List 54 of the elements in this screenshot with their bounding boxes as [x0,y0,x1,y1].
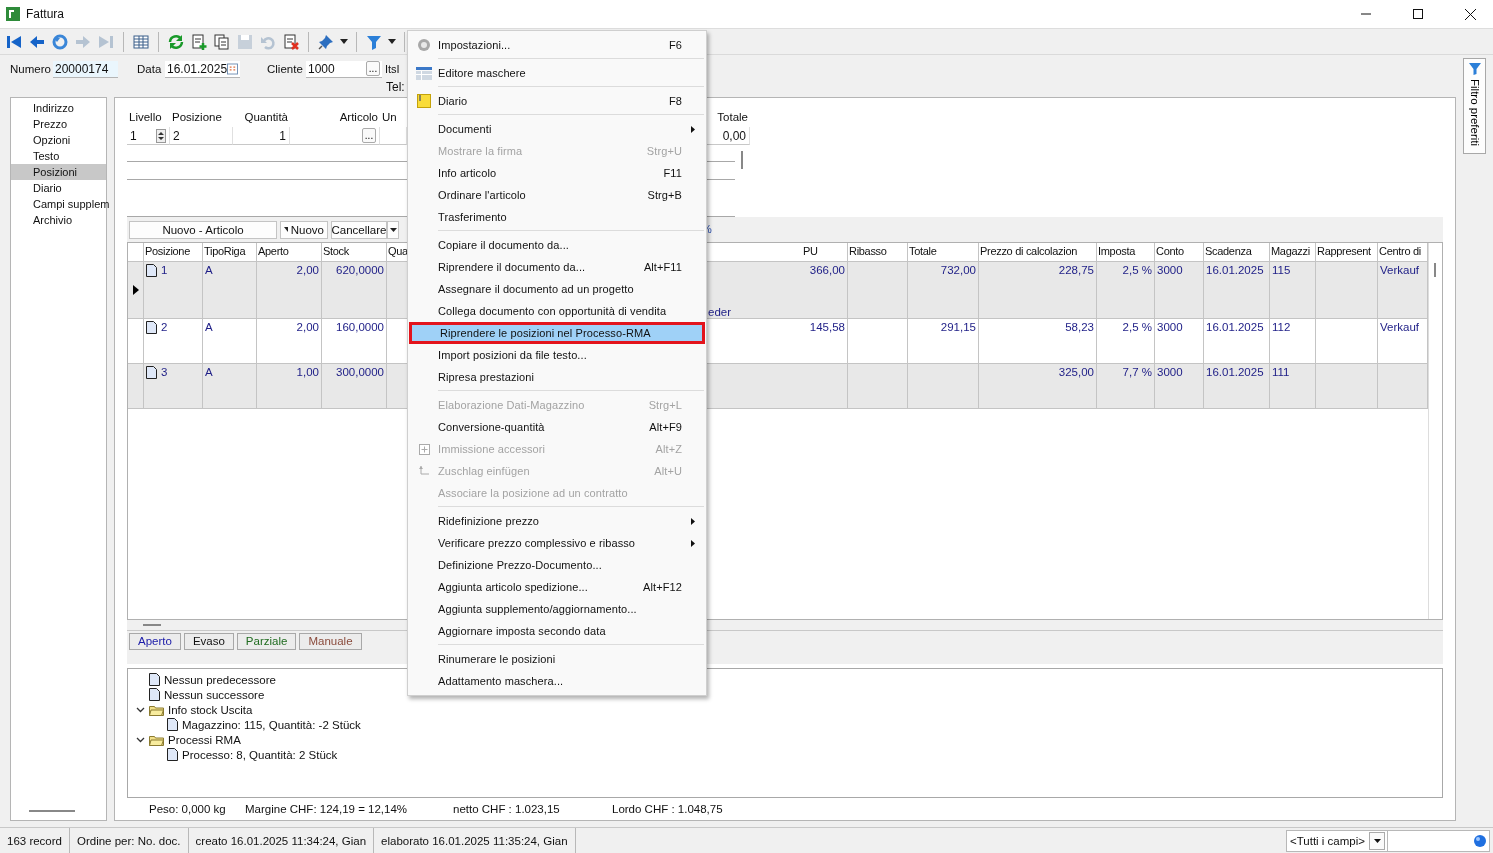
total-text: Margine CHF: 124,19 = 12,14% [245,803,409,815]
table-cell: 16.01.2025 [1206,264,1264,276]
total-text: Peso: 0,000 kg [149,803,227,815]
field-label: Data [137,63,163,75]
table-cell: 112 [1272,321,1291,333]
column-label: Totale [716,110,749,125]
table-cell: Verkauf [1380,264,1419,276]
table-cell: 7,7 % [1122,366,1152,378]
table-cell: A [205,366,213,378]
table-cell: A [205,264,213,276]
table-cell: 3000 [1157,264,1183,276]
table-cell: 1 [161,264,168,276]
table-cell: 2,00 [296,321,319,333]
status-text: Ordine per: No. doc. [70,827,189,853]
column-label: Posizione [171,110,223,125]
table-cell: 3000 [1157,321,1183,333]
table-cell: 1,00 [296,366,319,378]
status-text: elaborato 16.01.2025 11:35:24, Gian [374,827,576,853]
table-cell: 2,00 [296,264,319,276]
customer-name: ItsI [385,63,400,75]
table-cell: 291,15 [940,321,976,333]
table-cell: 3000 [1157,366,1183,378]
table-cell: 111 [1272,366,1290,378]
table-cell: 16.01.2025 [1206,321,1264,333]
column-label: Un [381,110,398,125]
table-cell: 145,58 [809,321,845,333]
status-text: creato 16.01.2025 11:34:24, Gian [188,827,375,853]
table-cell: 732,00 [940,264,976,276]
phone-label: Tel: [386,80,405,94]
column-label: Livello [128,110,163,125]
table-cell: 160,0000 [336,321,384,333]
field-label: Cliente [267,63,304,75]
table-cell: 300,0000 [336,366,384,378]
table-cell: A [205,321,213,333]
column-label: Quantità [243,110,289,125]
table-cell: 366,00 [809,264,845,276]
field-label: Numero [10,63,52,75]
total-text: netto CHF : 1.023,15 [453,803,561,815]
table-cell: 620,0000 [336,264,384,276]
window-title: Fattura [26,7,65,21]
total-text: Lordo CHF : 1.048,75 [612,803,724,815]
table-cell: 16.01.2025 [1206,366,1264,378]
column-label: Articolo [338,110,379,125]
table-cell: Verkauf [1380,321,1419,333]
table-cell: 228,75 [1058,264,1094,276]
table-cell: 2,5 % [1122,264,1152,276]
table-cell: 325,00 [1058,366,1094,378]
table-cell: 3 [161,366,168,378]
table-cell: 115 [1272,264,1291,276]
table-cell: eder [708,306,732,318]
status-text: 163 record [0,827,70,853]
table-cell: 2,5 % [1122,321,1152,333]
table-cell: 2 [161,321,168,333]
table-cell: 58,23 [1065,321,1094,333]
